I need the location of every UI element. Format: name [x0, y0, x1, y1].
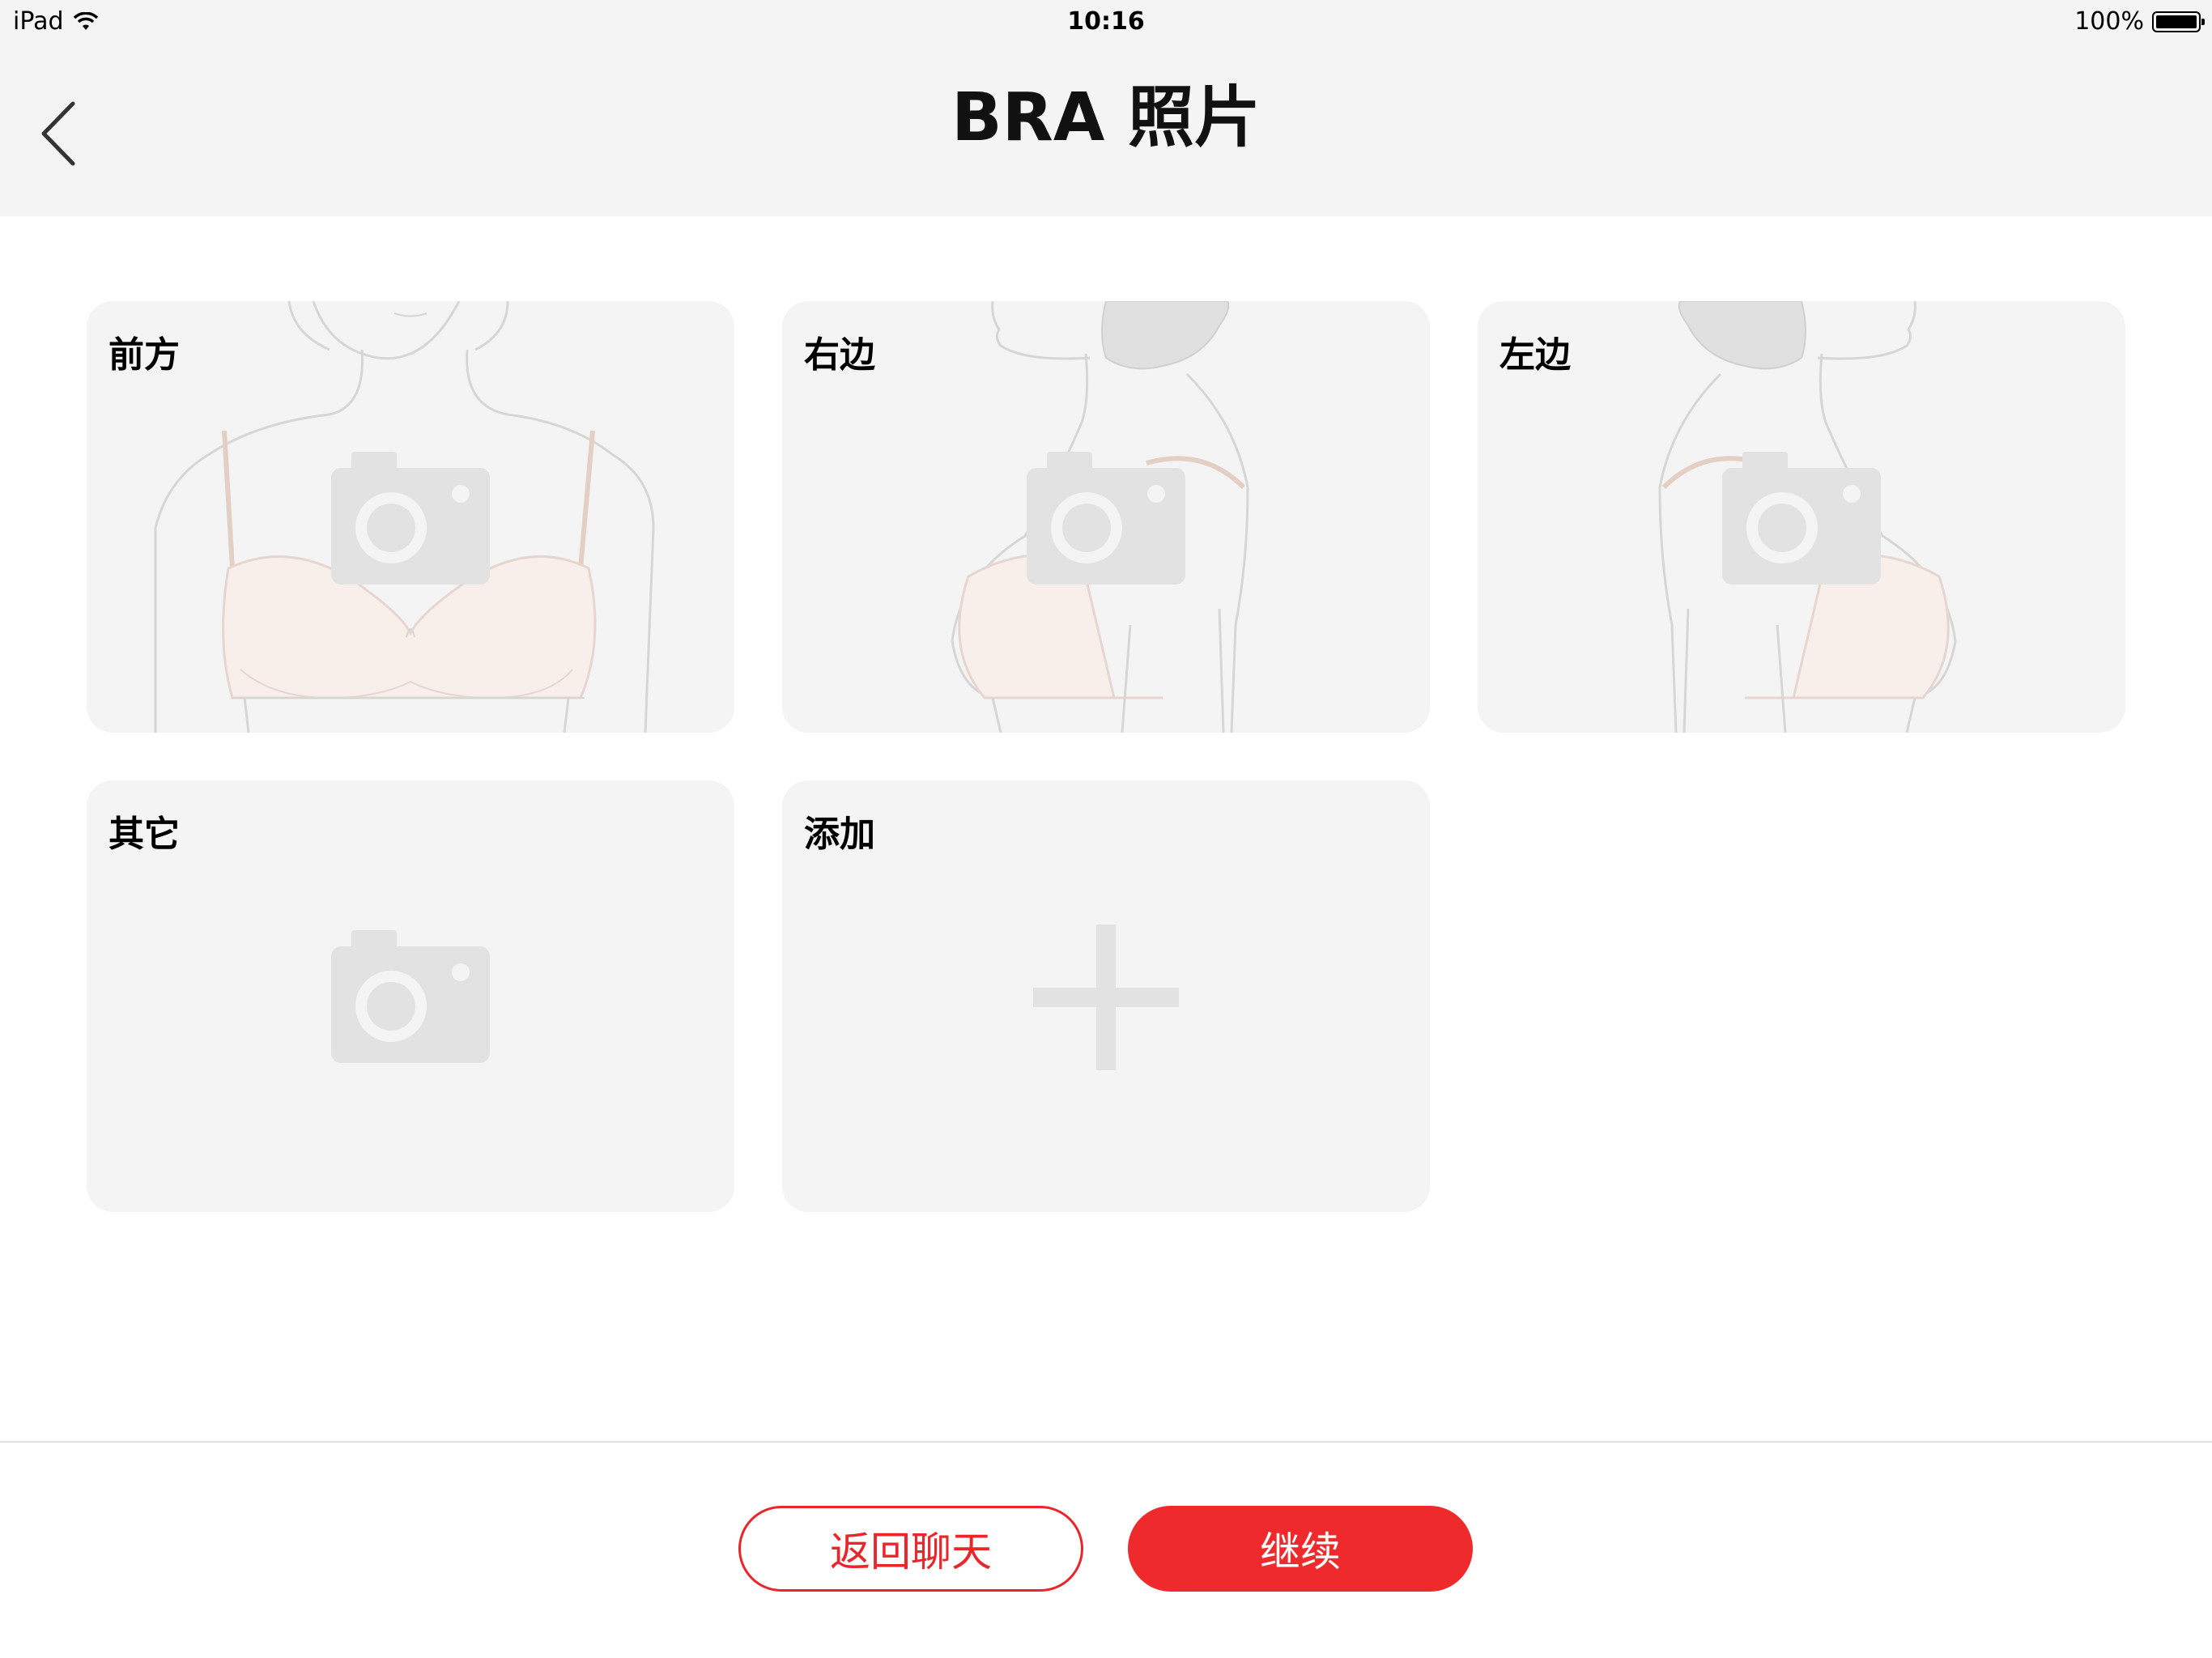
photo-slot-other[interactable]: 其它	[87, 780, 734, 1212]
page-title: BRA 照片	[951, 79, 1261, 156]
add-photo-slot[interactable]: 添加	[782, 780, 1430, 1212]
photo-slot-front[interactable]: 前方	[87, 301, 734, 733]
battery-indicator: 100%	[2074, 7, 2205, 36]
photo-slot-label: 左边	[1499, 334, 1571, 376]
photo-slot-label: 添加	[804, 814, 875, 855]
status-bar: iPad 10:16 100%	[0, 0, 2212, 49]
navigation-bar: BRA 照片	[0, 49, 2212, 216]
footer-bar: 返回聊天 继续	[0, 1443, 2212, 1658]
back-to-chat-button[interactable]: 返回聊天	[738, 1506, 1083, 1592]
camera-icon	[331, 452, 490, 585]
camera-icon	[1027, 452, 1185, 585]
status-time: 10:16	[1067, 7, 1145, 36]
photo-slot-label: 右边	[804, 334, 875, 376]
photo-slot-left[interactable]: 左边	[1478, 301, 2125, 733]
camera-icon	[1722, 452, 1881, 585]
photo-slot-label: 其它	[108, 814, 180, 855]
photo-slot-label: 前方	[108, 334, 180, 376]
battery-percent: 100%	[2074, 7, 2144, 36]
plus-icon	[1033, 925, 1179, 1070]
photo-slot-right[interactable]: 右边	[782, 301, 1430, 733]
camera-icon	[331, 930, 490, 1063]
continue-button[interactable]: 继续	[1128, 1506, 1473, 1592]
battery-icon	[2152, 11, 2205, 32]
